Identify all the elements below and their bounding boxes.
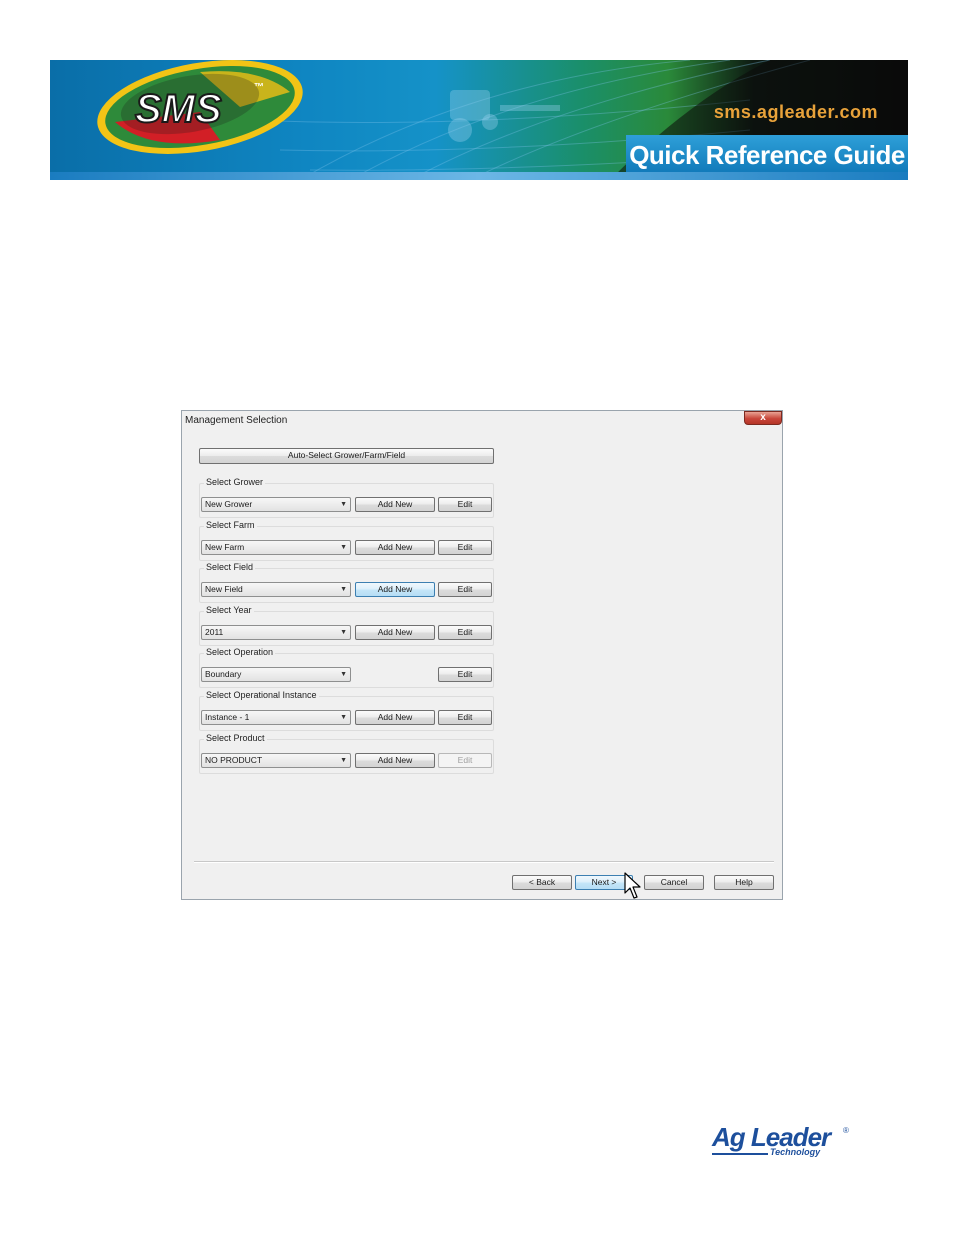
- logo-underline: [712, 1153, 768, 1155]
- dropdown-value: New Farm: [205, 542, 245, 552]
- group-label: Select Farm: [204, 520, 257, 530]
- svg-text:SMS: SMS: [135, 87, 222, 131]
- instance-dropdown[interactable]: Instance - 1 ▼: [201, 710, 351, 725]
- add-product-button[interactable]: Add New: [355, 753, 435, 768]
- dropdown-arrow-icon: ▼: [340, 544, 347, 551]
- group-label: Select Operational Instance: [204, 690, 319, 700]
- year-dropdown[interactable]: 2011 ▼: [201, 625, 351, 640]
- field-dropdown[interactable]: New Field ▼: [201, 582, 351, 597]
- website-url: sms.agleader.com: [713, 102, 878, 122]
- select-farm-group: Select Farm New Farm ▼ Add New Edit: [199, 520, 494, 561]
- header-banner: SMS ™ sms.agleader.com Quick Reference G…: [50, 60, 908, 180]
- product-dropdown[interactable]: NO PRODUCT ▼: [201, 753, 351, 768]
- group-label: Select Year: [204, 605, 254, 615]
- management-selection-dialog: Management Selection x Auto-Select Growe…: [181, 410, 783, 900]
- auto-select-button[interactable]: Auto-Select Grower/Farm/Field: [199, 448, 494, 464]
- edit-farm-button[interactable]: Edit: [438, 540, 492, 555]
- select-operation-group: Select Operation Boundary ▼ Edit: [199, 647, 494, 688]
- select-year-group: Select Year 2011 ▼ Add New Edit: [199, 605, 494, 646]
- dropdown-arrow-icon: ▼: [340, 671, 347, 678]
- edit-product-button[interactable]: Edit: [438, 753, 492, 768]
- add-year-button[interactable]: Add New: [355, 625, 435, 640]
- farm-dropdown[interactable]: New Farm ▼: [201, 540, 351, 555]
- footer-separator: [194, 861, 774, 863]
- sms-logo: SMS ™: [97, 60, 303, 154]
- svg-text:™: ™: [254, 82, 264, 93]
- guide-title: Quick Reference Guide: [626, 135, 908, 175]
- add-farm-button[interactable]: Add New: [355, 540, 435, 555]
- operation-dropdown[interactable]: Boundary ▼: [201, 667, 351, 682]
- tractor-icon: [448, 90, 560, 142]
- dropdown-value: 2011: [205, 627, 224, 637]
- group-label: Select Product: [204, 733, 267, 743]
- grower-dropdown[interactable]: New Grower ▼: [201, 497, 351, 512]
- select-field-group: Select Field New Field ▼ Add New Edit: [199, 562, 494, 603]
- ag-leader-logo: Ag Leader ® Technology: [712, 1122, 852, 1162]
- ag-leader-tagline: Technology: [770, 1147, 821, 1157]
- select-operational-instance-group: Select Operational Instance Instance - 1…: [199, 690, 494, 731]
- close-button[interactable]: x: [744, 411, 782, 425]
- edit-instance-button[interactable]: Edit: [438, 710, 492, 725]
- select-product-group: Select Product NO PRODUCT ▼ Add New Edit: [199, 733, 494, 774]
- edit-year-button[interactable]: Edit: [438, 625, 492, 640]
- dropdown-value: Boundary: [205, 669, 242, 679]
- registered-mark: ®: [843, 1126, 849, 1135]
- banner-stripe: [50, 172, 908, 180]
- help-button[interactable]: Help: [714, 875, 774, 890]
- mouse-cursor-icon: [624, 872, 641, 899]
- select-grower-group: Select Grower New Grower ▼ Add New Edit: [199, 477, 494, 518]
- group-label: Select Grower: [204, 477, 266, 487]
- group-label: Select Operation: [204, 647, 276, 657]
- add-grower-button[interactable]: Add New: [355, 497, 435, 512]
- dropdown-value: New Field: [205, 584, 243, 594]
- dropdown-value: Instance - 1: [205, 712, 250, 722]
- add-instance-button[interactable]: Add New: [355, 710, 435, 725]
- dropdown-arrow-icon: ▼: [340, 629, 347, 636]
- dropdown-arrow-icon: ▼: [340, 757, 347, 764]
- edit-grower-button[interactable]: Edit: [438, 497, 492, 512]
- edit-field-button[interactable]: Edit: [438, 582, 492, 597]
- cancel-button[interactable]: Cancel: [644, 875, 704, 890]
- dropdown-arrow-icon: ▼: [340, 586, 347, 593]
- edit-operation-button[interactable]: Edit: [438, 667, 492, 682]
- add-field-button[interactable]: Add New: [355, 582, 435, 597]
- dropdown-value: New Grower: [205, 499, 253, 509]
- group-label: Select Field: [204, 562, 256, 572]
- dropdown-arrow-icon: ▼: [340, 714, 347, 721]
- dropdown-arrow-icon: ▼: [340, 501, 347, 508]
- dialog-title: Management Selection: [185, 415, 288, 426]
- back-button[interactable]: < Back: [512, 875, 572, 890]
- dropdown-value: NO PRODUCT: [205, 755, 263, 765]
